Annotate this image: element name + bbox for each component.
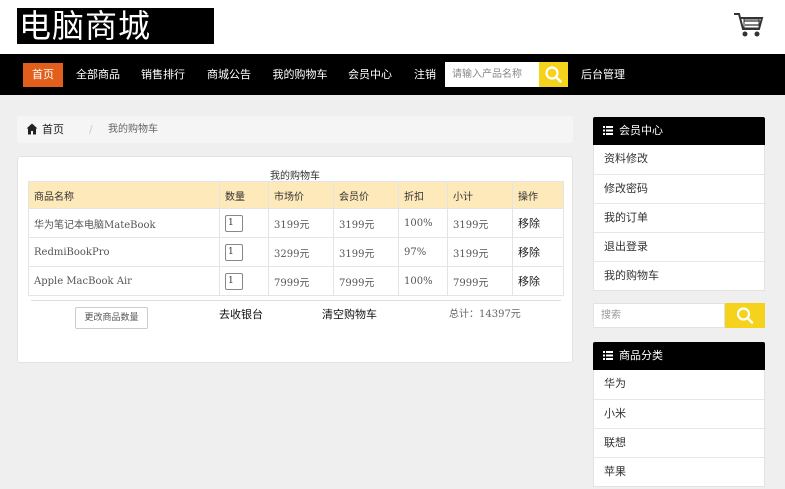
subtotal: 3199元 — [447, 208, 513, 238]
breadcrumb: 首页 / 我的购物车 — [17, 116, 573, 143]
update-quantity-button[interactable]: 更改商品数量 — [75, 307, 148, 329]
subtotal: 7999元 — [447, 266, 513, 296]
sidebar-search-button[interactable] — [725, 303, 765, 328]
column-header-discount: 折扣 — [398, 181, 448, 209]
subtotal: 3199元 — [447, 237, 513, 267]
quantity-input[interactable]: 1 — [225, 272, 243, 290]
nav-item-announcements[interactable]: 商城公告 — [202, 63, 256, 87]
product-name: 华为笔记本电脑MateBook — [28, 208, 220, 238]
checkout-button[interactable]: 去收银台 — [219, 307, 263, 323]
remove-link[interactable]: 移除 — [518, 275, 540, 288]
market-price: 7999元 — [268, 266, 334, 296]
sidebar-item-lenovo[interactable]: 联想 — [594, 428, 764, 457]
column-header-name: 商品名称 — [28, 181, 220, 209]
categories-header: 商品分类 — [593, 342, 765, 370]
search-icon — [736, 307, 754, 324]
column-header-qty: 数量 — [219, 181, 269, 209]
nav-item-member-center[interactable]: 会员中心 — [344, 63, 396, 87]
site-logo[interactable]: 电脑商城 — [17, 8, 214, 44]
remove-link[interactable]: 移除 — [518, 246, 540, 259]
home-icon — [26, 123, 38, 135]
site-header: 电脑商城 — [0, 0, 785, 54]
member-price: 3199元 — [333, 237, 399, 267]
qty-cell: 1 — [219, 237, 269, 267]
search-icon — [545, 66, 562, 83]
breadcrumb-separator: / — [89, 123, 93, 136]
sidebar-search-input[interactable]: 搜索 — [593, 303, 725, 328]
main-nav: 首页 全部商品 销售排行 商城公告 我的购物车 会员中心 注销 请输入产品名称 … — [0, 54, 785, 95]
action-cell: 移除 — [512, 266, 564, 296]
list-icon — [603, 351, 613, 360]
categories-title: 商品分类 — [619, 349, 663, 362]
column-header-subtotal: 小计 — [447, 181, 513, 209]
action-cell: 移除 — [512, 237, 564, 267]
breadcrumb-home[interactable]: 首页 — [42, 116, 64, 143]
column-header-member-price: 会员价 — [333, 181, 399, 209]
cart-title: 我的购物车 — [270, 171, 320, 182]
nav-item-admin[interactable]: 后台管理 — [578, 63, 628, 87]
categories-list: 华为 小米 联想 苹果 — [593, 370, 765, 487]
table-row: 华为笔记本电脑MateBook 1 3199元 3199元 100% 3199元… — [28, 208, 564, 238]
clear-cart-button[interactable]: 清空购物车 — [322, 307, 377, 323]
member-center-list: 资料修改 修改密码 我的订单 退出登录 我的购物车 — [593, 145, 765, 291]
cart-table-header: 商品名称 数量 市场价 会员价 折扣 小计 操作 — [28, 181, 564, 209]
table-row: RedmiBookPro 1 3299元 3199元 97% 3199元 移除 — [28, 237, 564, 267]
nav-search-button[interactable] — [539, 62, 568, 87]
member-center-title: 会员中心 — [619, 124, 663, 137]
discount: 97% — [398, 237, 448, 267]
cart-panel: 我的购物车 商品名称 数量 市场价 会员价 折扣 小计 操作 华为笔记本电脑Ma… — [17, 156, 573, 363]
sidebar-item-edit-profile[interactable]: 资料修改 — [594, 145, 764, 174]
sidebar-item-logout[interactable]: 退出登录 — [594, 232, 764, 261]
member-price: 3199元 — [333, 208, 399, 238]
sidebar-item-apple[interactable]: 苹果 — [594, 457, 764, 486]
member-price: 7999元 — [333, 266, 399, 296]
table-row: Apple MacBook Air 1 7999元 7999元 100% 799… — [28, 266, 564, 296]
discount: 100% — [398, 208, 448, 238]
nav-item-sales-ranking[interactable]: 销售排行 — [137, 63, 189, 87]
product-name: RedmiBookPro — [28, 237, 220, 267]
action-cell: 移除 — [512, 208, 564, 238]
nav-search-input[interactable]: 请输入产品名称 — [445, 62, 539, 87]
cart-table: 商品名称 数量 市场价 会员价 折扣 小计 操作 华为笔记本电脑MateBook… — [28, 181, 564, 296]
sidebar-item-my-orders[interactable]: 我的订单 — [594, 203, 764, 232]
market-price: 3299元 — [268, 237, 334, 267]
nav-item-all-products[interactable]: 全部商品 — [72, 63, 124, 87]
column-header-action: 操作 — [512, 181, 564, 209]
sidebar-item-change-password[interactable]: 修改密码 — [594, 174, 764, 203]
nav-item-logout[interactable]: 注销 — [410, 63, 440, 87]
member-center-header: 会员中心 — [593, 117, 765, 145]
cart-footer-divider — [31, 300, 561, 301]
list-icon — [603, 126, 613, 135]
column-header-market-price: 市场价 — [268, 181, 334, 209]
nav-item-home[interactable]: 首页 — [23, 63, 63, 87]
remove-link[interactable]: 移除 — [518, 217, 540, 230]
shopping-cart-icon[interactable] — [733, 11, 765, 39]
sidebar-item-my-cart[interactable]: 我的购物车 — [594, 261, 764, 290]
product-name: Apple MacBook Air — [28, 266, 220, 296]
discount: 100% — [398, 266, 448, 296]
qty-cell: 1 — [219, 208, 269, 238]
nav-item-my-cart[interactable]: 我的购物车 — [269, 63, 331, 87]
quantity-input[interactable]: 1 — [225, 243, 243, 261]
cart-total: 总计：14397元 — [449, 309, 521, 320]
market-price: 3199元 — [268, 208, 334, 238]
breadcrumb-current: 我的购物车 — [108, 124, 158, 135]
qty-cell: 1 — [219, 266, 269, 296]
sidebar-item-huawei[interactable]: 华为 — [594, 370, 764, 399]
sidebar-item-xiaomi[interactable]: 小米 — [594, 399, 764, 428]
quantity-input[interactable]: 1 — [225, 214, 243, 232]
